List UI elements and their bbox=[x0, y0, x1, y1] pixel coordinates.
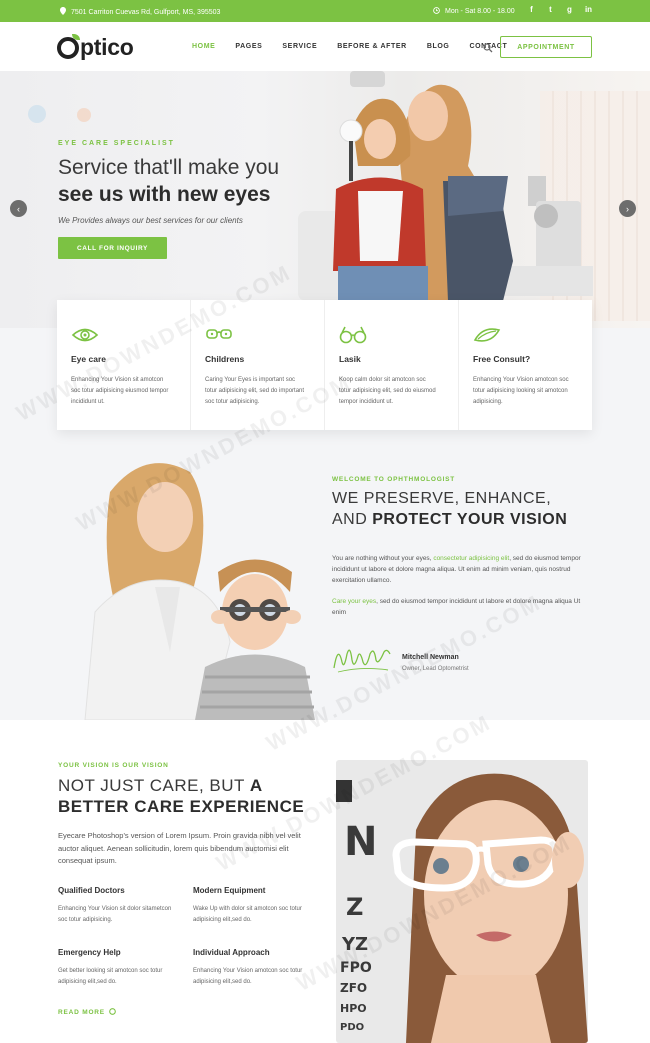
svg-text:YZ: YZ bbox=[341, 934, 368, 955]
signature-name: Mitchell Newman bbox=[402, 654, 459, 661]
signature-image bbox=[333, 649, 391, 673]
main-nav: HOME PAGES SERVICE BEFORE & AFTER BLOG C… bbox=[192, 43, 527, 50]
nav-home[interactable]: HOME bbox=[192, 43, 215, 50]
feature-title: Emergency Help bbox=[58, 948, 121, 957]
about-heading-prefix: AND bbox=[332, 511, 373, 528]
nav-blog[interactable]: BLOG bbox=[427, 43, 450, 50]
svg-text:N: N bbox=[344, 819, 377, 865]
hero-title-line1: Service that'll make you bbox=[58, 156, 280, 179]
services-cards: Eye care Enhancing Your Vision sit amotc… bbox=[57, 300, 592, 430]
hero-photo-mother-and-daughter bbox=[298, 71, 593, 301]
slider-prev-arrow-icon[interactable]: ‹ bbox=[10, 200, 27, 217]
clock-icon bbox=[433, 7, 440, 16]
feature-desc: Enhancing Your Vision sit dolor sitametc… bbox=[58, 906, 172, 923]
address-text: 7501 Carriton Cuevas Rd, Gulfport, MS, 3… bbox=[71, 8, 221, 16]
about-photo-doctor-and-child bbox=[84, 463, 315, 720]
service-desc: Koop calm dolor sit amotcon soc totur ad… bbox=[339, 377, 436, 405]
top-bar: 7501 Carriton Cuevas Rd, Gulfport, MS, 3… bbox=[0, 0, 650, 22]
hero-slider: EYE CARE SPECIALIST Service that'll make… bbox=[0, 71, 650, 328]
hero-title-line2: see us with new eyes bbox=[58, 183, 271, 206]
about-paragraph-2: Care your eyes, sed do eiusmod tempor in… bbox=[332, 596, 594, 618]
hero-kicker: EYE CARE SPECIALIST bbox=[58, 140, 175, 147]
vision-heading-line1-text: NOT JUST CARE, BUT bbox=[58, 776, 250, 795]
service-card-childrens[interactable]: Childrens Caring Your Eyes is important … bbox=[191, 300, 325, 430]
read-more-link[interactable]: READ MORE bbox=[58, 1008, 116, 1017]
logo[interactable]: ptico bbox=[57, 33, 134, 61]
service-card-lasik[interactable]: Lasik Koop calm dolor sit amotcon soc to… bbox=[325, 300, 459, 430]
svg-text:HPO: HPO bbox=[340, 1002, 367, 1015]
service-card-free-consult[interactable]: Free Consult? Enhancing Your Vision amot… bbox=[459, 300, 592, 430]
nav-before-after[interactable]: BEFORE & AFTER bbox=[337, 43, 407, 50]
social-links: f t g in bbox=[527, 5, 593, 14]
about-kicker: WELCOME TO OPHTHMOLOGIST bbox=[332, 476, 456, 483]
twitter-icon[interactable]: t bbox=[546, 5, 555, 14]
contact-lens-icon bbox=[473, 326, 501, 344]
hours-text: Mon - Sat 8.00 - 18.00 bbox=[445, 8, 515, 15]
feature-emergency-help: Emergency Help Get better looking sit am… bbox=[58, 948, 178, 988]
about-p1-prefix: You are nothing without your eyes, bbox=[332, 555, 434, 562]
feature-title: Modern Equipment bbox=[193, 886, 266, 895]
service-desc: Caring Your Eyes is important soc totur … bbox=[205, 377, 305, 405]
service-title: Childrens bbox=[205, 354, 245, 364]
service-desc: Enhancing Your Vision sit amotcon soc to… bbox=[71, 377, 169, 405]
about-p1-link[interactable]: consectetur adipisicing elit bbox=[433, 555, 509, 562]
appointment-button[interactable]: APPOINTMENT bbox=[500, 36, 592, 58]
call-for-inquiry-button[interactable]: CALL FOR INQUIRY bbox=[58, 237, 167, 259]
google-icon[interactable]: g bbox=[565, 5, 574, 14]
location-pin-icon bbox=[60, 7, 66, 17]
feature-desc: Enhancing Your Vision amotcon soc totur … bbox=[193, 968, 303, 985]
eye-icon bbox=[71, 326, 99, 344]
svg-text:FPO: FPO bbox=[340, 960, 372, 976]
logo-mark bbox=[57, 33, 80, 59]
facebook-icon[interactable]: f bbox=[527, 5, 536, 14]
vision-heading-line1: NOT JUST CARE, BUT A bbox=[58, 776, 263, 796]
logo-text: ptico bbox=[80, 34, 134, 60]
hero-bokeh-blue bbox=[28, 105, 46, 123]
feature-desc: Wake Up with dolor sit amotcon soc totur… bbox=[193, 906, 302, 923]
service-title: Free Consult? bbox=[473, 354, 531, 364]
hero-subtitle: We Provides always our best services for… bbox=[58, 216, 243, 225]
vision-paragraph: Eyecare Photoshop's version of Lorem Ips… bbox=[58, 831, 301, 865]
signature-role: Owner, Lead Optometrist bbox=[402, 666, 469, 672]
hero-bokeh-peach bbox=[77, 108, 91, 122]
about-heading-bold: PROTECT YOUR VISION bbox=[372, 511, 568, 528]
nav-pages[interactable]: PAGES bbox=[235, 43, 262, 50]
feature-desc: Get better looking sit amotcon soc totur… bbox=[58, 968, 163, 985]
slider-next-arrow-icon[interactable]: › bbox=[619, 200, 636, 217]
glasses-icon bbox=[339, 326, 367, 344]
service-desc: Enhancing Your Vision amotcon soc totur … bbox=[473, 377, 569, 405]
kids-glasses-icon bbox=[205, 326, 233, 344]
svg-text:Z: Z bbox=[346, 893, 363, 921]
about-heading-line2: AND PROTECT YOUR VISION bbox=[332, 511, 567, 529]
feature-modern-equipment: Modern Equipment Wake Up with dolor sit … bbox=[193, 886, 313, 926]
linkedin-icon[interactable]: in bbox=[584, 5, 593, 14]
svg-text:PDO: PDO bbox=[340, 1022, 364, 1033]
opening-hours: Mon - Sat 8.00 - 18.00 bbox=[433, 7, 515, 16]
about-paragraph-1: You are nothing without your eyes, conse… bbox=[332, 553, 594, 586]
read-more-label: READ MORE bbox=[58, 1009, 105, 1016]
search-icon[interactable] bbox=[483, 40, 493, 53]
vision-kicker: YOUR VISION IS OUR VISION bbox=[58, 762, 169, 769]
svg-text:ZFO: ZFO bbox=[340, 981, 367, 995]
address: 7501 Carriton Cuevas Rd, Gulfport, MS, 3… bbox=[60, 7, 220, 17]
leaf-icon bbox=[72, 33, 80, 40]
vision-heading-line1-bold: A bbox=[249, 776, 263, 795]
feature-qualified-doctors: Qualified Doctors Enhancing Your Vision … bbox=[58, 886, 178, 926]
vision-heading-line2: BETTER CARE EXPERIENCE bbox=[58, 797, 305, 816]
vision-photo-woman-glasses: N Z YZ FPO ZFO HPO PDO bbox=[336, 760, 588, 1043]
service-title: Lasik bbox=[339, 354, 361, 364]
feature-title: Individual Approach bbox=[193, 948, 270, 957]
feature-individual-approach: Individual Approach Enhancing Your Visio… bbox=[193, 948, 313, 988]
service-card-eye-care[interactable]: Eye care Enhancing Your Vision sit amotc… bbox=[57, 300, 191, 430]
about-heading-line1: WE PRESERVE, ENHANCE, bbox=[332, 490, 552, 507]
service-title: Eye care bbox=[71, 354, 106, 364]
about-p2-link[interactable]: Care your eyes bbox=[332, 598, 376, 605]
site-header: ptico HOME PAGES SERVICE BEFORE & AFTER … bbox=[0, 22, 650, 71]
feature-title: Qualified Doctors bbox=[58, 886, 125, 895]
circle-arrow-icon bbox=[109, 1008, 116, 1017]
nav-service[interactable]: SERVICE bbox=[282, 43, 317, 50]
